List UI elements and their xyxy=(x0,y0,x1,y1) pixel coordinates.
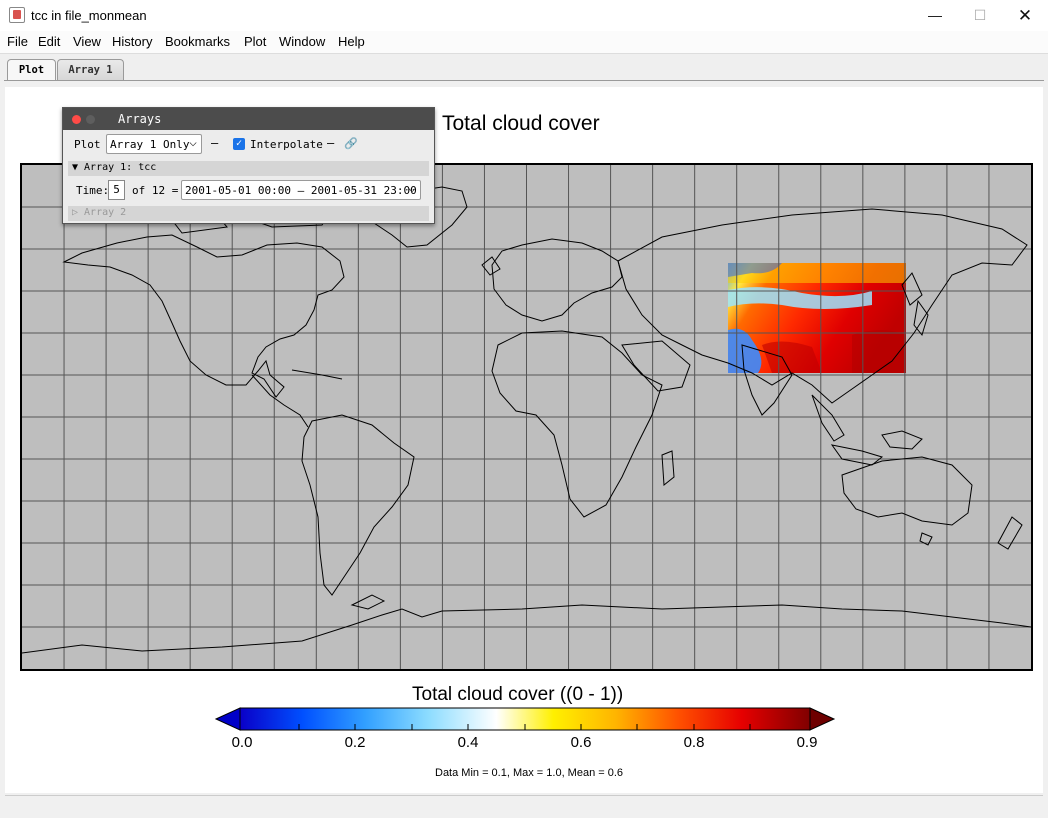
array-1-section-header[interactable]: ▼ Array 1: tcc xyxy=(68,161,429,176)
chevron-down-icon: ⌵ xyxy=(189,135,197,150)
tab-array-1[interactable]: Array 1 xyxy=(57,59,124,81)
colorbar-tick: 0.0 xyxy=(231,734,253,751)
time-of-label: of 12 = xyxy=(132,184,179,197)
data-stats: Data Min = 0.1, Max = 1.0, Mean = 0.6 xyxy=(435,767,624,779)
tab-plot[interactable]: Plot xyxy=(7,59,56,81)
java-app-icon xyxy=(9,7,25,23)
plot-title: Total cloud cover xyxy=(442,112,600,135)
array-2-section-header[interactable]: ▷ Array 2 xyxy=(68,206,429,221)
menu-history[interactable]: History xyxy=(112,34,152,49)
menu-bookmarks[interactable]: Bookmarks xyxy=(165,34,230,49)
separator-dash: — xyxy=(327,136,335,150)
plot-mode-select[interactable]: Array 1 Only ⌵ xyxy=(106,134,202,154)
plot-mode-value: Array 1 Only xyxy=(110,138,190,151)
status-bar xyxy=(5,795,1043,816)
maximize-button[interactable]: ☐ xyxy=(957,0,1003,31)
colorbar-under-arrow xyxy=(214,707,241,731)
menu-file[interactable]: File xyxy=(7,34,28,49)
map-frame[interactable] xyxy=(20,163,1033,671)
panel-minimize-button[interactable] xyxy=(86,115,95,124)
lat-lon-grid xyxy=(22,165,1031,669)
interpolate-checkbox[interactable]: ✓ xyxy=(233,138,245,150)
arrays-panel[interactable]: Arrays Plot Array 1 Only ⌵ — ✓ Interpola… xyxy=(62,107,435,224)
colorbar-tick: 0.4 xyxy=(457,734,479,751)
tab-divider xyxy=(4,80,1044,81)
plot-mode-label: Plot xyxy=(74,138,101,151)
menu-edit[interactable]: Edit xyxy=(38,34,60,49)
colorbar-tick: 0.8 xyxy=(683,734,705,751)
minimize-button[interactable]: — xyxy=(912,0,958,31)
array-2-header-label: ▷ Array 2 xyxy=(72,207,127,218)
link-icon[interactable]: 🔗 xyxy=(344,137,358,150)
interpolate-label: Interpolate xyxy=(250,138,323,151)
title-bar: tcc in file_monmean — ☐ ✕ xyxy=(0,0,1048,31)
close-button[interactable]: ✕ xyxy=(1002,0,1048,31)
menu-help[interactable]: Help xyxy=(338,34,365,49)
separator-dash: — xyxy=(211,136,219,150)
menu-plot[interactable]: Plot xyxy=(244,34,266,49)
panel-close-button[interactable] xyxy=(72,115,81,124)
colorbar-tick: 0.6 xyxy=(570,734,592,751)
time-index-field[interactable]: 5 xyxy=(108,180,125,200)
colorbar-tick: 0.2 xyxy=(344,734,366,751)
colorbar-tick: 0.9 xyxy=(796,734,818,751)
chevron-down-icon: ⌵ xyxy=(408,181,416,196)
time-range-value: 2001-05-01 00:00 — 2001-05-31 23:00 xyxy=(185,184,417,197)
colorbar-title: Total cloud cover ((0 - 1)) xyxy=(412,684,624,705)
time-label: Time: xyxy=(76,184,110,197)
arrays-panel-title: Arrays xyxy=(118,112,162,126)
time-range-select[interactable]: 2001-05-01 00:00 — 2001-05-31 23:00 ⌵ xyxy=(181,180,421,200)
arrays-panel-header[interactable]: Arrays xyxy=(63,108,434,130)
menu-window[interactable]: Window xyxy=(279,34,325,49)
menu-view[interactable]: View xyxy=(73,34,101,49)
tab-strip: Plot Array 1 xyxy=(0,54,1048,81)
array-1-header-label: ▼ Array 1: tcc xyxy=(72,162,157,173)
menu-bar: File Edit View History Bookmarks Plot Wi… xyxy=(0,31,1048,54)
window-title: tcc in file_monmean xyxy=(31,8,147,23)
world-map xyxy=(22,165,1031,669)
data-patch xyxy=(728,263,906,373)
colorbar xyxy=(214,707,836,731)
colorbar-over-arrow xyxy=(809,707,836,731)
